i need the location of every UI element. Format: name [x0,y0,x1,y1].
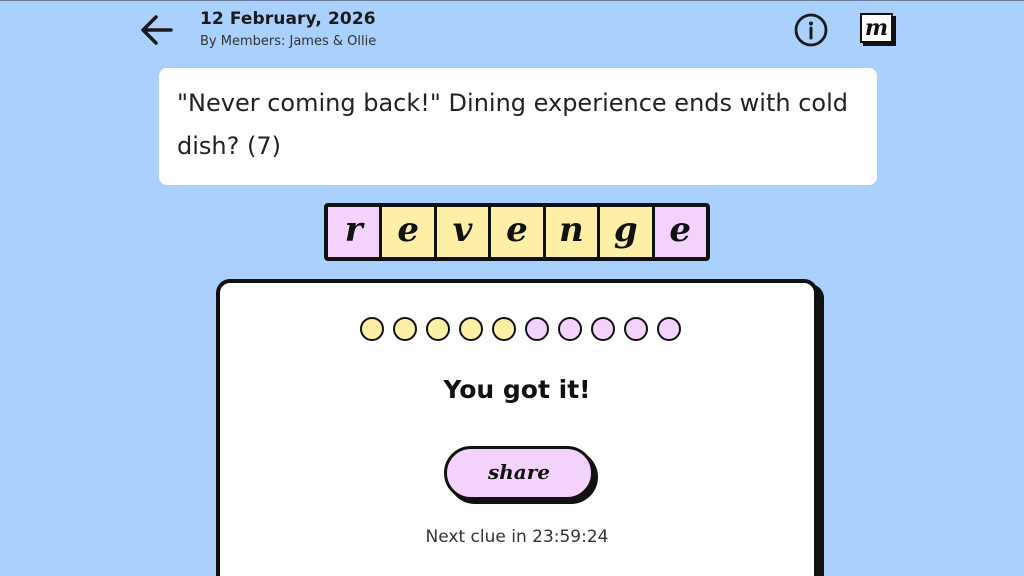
progress-dot [492,317,516,341]
result-title: You got it! [443,375,591,404]
result-panel: You got it! share Next clue in 23:59:24 [216,279,818,576]
clue-card: "Never coming back!" Dining experience e… [159,68,877,185]
info-button[interactable] [793,12,829,48]
progress-dot [459,317,483,341]
answer-letter-tile: e [654,207,706,257]
answer-letter-tile: g [600,207,652,257]
progress-dot [393,317,417,341]
info-icon [794,13,828,47]
answer-letter-tile: n [545,207,598,257]
puzzle-date: 12 February, 2026 [200,9,376,29]
progress-dot [657,317,681,341]
back-button[interactable] [137,11,175,49]
share-button[interactable]: share [444,446,594,500]
header-info: 12 February, 2026 By Members: James & Ol… [200,9,376,49]
next-clue-countdown: Next clue in 23:59:24 [425,527,609,547]
puzzle-byline: By Members: James & Ollie [200,34,377,49]
progress-dot [525,317,549,341]
page: 12 February, 2026 By Members: James & Ol… [0,0,1024,576]
progress-dot [360,317,384,341]
answer-grid: revenge [324,203,710,261]
logo-button[interactable]: m [860,13,893,43]
answer-letter-tile: e [382,207,434,257]
progress-dots [360,317,681,341]
progress-dot [558,317,582,341]
progress-dot [426,317,450,341]
progress-dot [591,317,615,341]
arrow-left-icon [141,15,173,45]
answer-letter-tile: r [328,207,380,257]
logo-icon: m [862,15,891,41]
clue-text: "Never coming back!" Dining experience e… [177,89,848,160]
progress-dot [624,317,648,341]
answer-letter-tile: e [491,207,543,257]
answer-letter-tile: v [436,207,489,257]
